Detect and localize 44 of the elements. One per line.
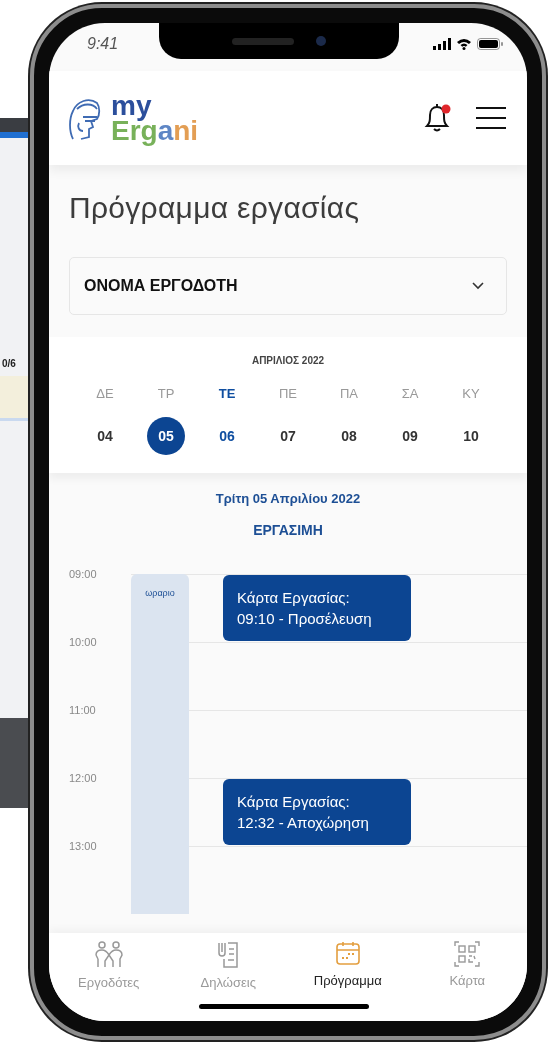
event-card[interactable]: Κάρτα Εργασίας: 12:32 - Αποχώρηση	[223, 779, 411, 845]
employer-dropdown[interactable]: ΟΝΟΜΑ ΕΡΓΟΔΟΤΗ	[69, 257, 507, 315]
qr-code-icon	[454, 941, 481, 967]
date-button[interactable]: 08	[330, 417, 368, 455]
page-title: Πρόγραμμα εργασίας	[69, 191, 361, 225]
weekday-label: ΤΡ	[157, 386, 175, 401]
hour-label: 13:00	[69, 840, 98, 852]
event-detail: 12:32 - Αποχώρηση	[237, 813, 370, 833]
calendar-icon	[334, 941, 361, 967]
wifi-icon	[456, 38, 472, 50]
date-button[interactable]: 07	[269, 417, 307, 455]
counter-text: 0/6	[2, 358, 16, 369]
weekday-label: ΤΕ	[218, 386, 236, 401]
document-clip-icon	[216, 941, 241, 969]
date-button[interactable]: 05	[147, 417, 185, 455]
nav-tab[interactable]: Πρόγραμμα	[297, 941, 398, 988]
weekday-label: ΠΕ	[278, 386, 298, 401]
event-title: Κάρτα Εργασίας:	[237, 588, 351, 608]
bell-icon[interactable]	[423, 102, 453, 134]
date-button[interactable]: 10	[452, 417, 490, 455]
weekday-label: ΠΑ	[339, 386, 359, 401]
weekday-label: ΣΑ	[401, 386, 419, 401]
event-title: Κάρτα Εργασίας:	[237, 792, 351, 812]
hour-label: 11:00	[69, 704, 97, 716]
hour-label: 09:00	[69, 568, 98, 580]
weekday-label: ΚΥ	[462, 386, 480, 401]
hour-label: 12:00	[69, 772, 98, 784]
day-type: ΕΡΓΑΣΙΜΗ	[252, 522, 324, 538]
date-button[interactable]: 06	[208, 417, 246, 455]
menu-icon[interactable]	[475, 104, 507, 132]
people-icon	[93, 941, 124, 969]
schedule-label: ωραριο	[145, 588, 175, 600]
chevron-down-icon	[472, 282, 484, 290]
status-time: 9:41	[87, 35, 119, 53]
hour-label: 10:00	[69, 636, 98, 648]
signal-icon	[433, 38, 451, 50]
battery-icon	[477, 38, 503, 50]
date-button[interactable]: 09	[391, 417, 429, 455]
month-label: ΑΠΡΙΛΙΟΣ 2022	[250, 355, 326, 366]
weekday-label: ΔΕ	[96, 386, 114, 401]
selected-date: Τρίτη 05 Απριλίου 2022	[214, 491, 362, 506]
event-detail: 09:10 - Προσέλευση	[237, 609, 373, 629]
event-card[interactable]: Κάρτα Εργασίας: 09:10 - Προσέλευση	[223, 575, 411, 641]
date-button[interactable]: 04	[86, 417, 124, 455]
